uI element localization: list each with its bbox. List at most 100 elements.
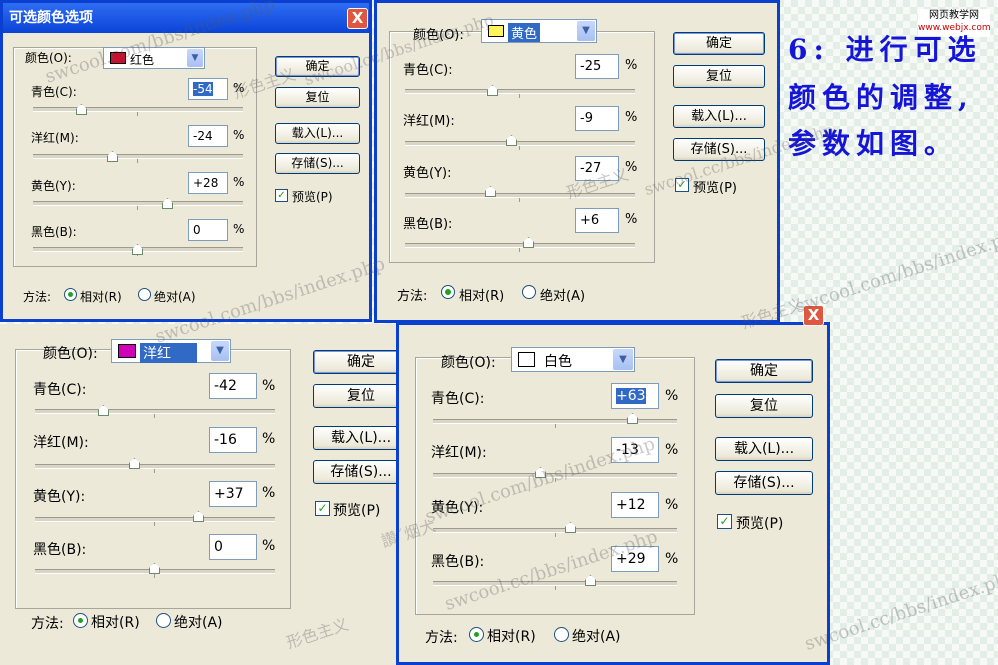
black-input[interactable]: 0: [188, 219, 228, 241]
color-swatch: [110, 52, 126, 64]
percent-label: %: [625, 212, 638, 227]
instruction-line-3: 参数如图。: [788, 127, 959, 160]
cyan-label: 青色(C):: [431, 391, 485, 407]
absolute-radio[interactable]: [156, 613, 171, 628]
absolute-label: 绝对(A): [572, 629, 621, 645]
yellow-input[interactable]: +12: [611, 492, 659, 518]
cyan-input[interactable]: -42: [209, 373, 257, 399]
yellow-input[interactable]: -27: [575, 156, 619, 181]
cyan-input[interactable]: -54: [188, 78, 228, 100]
relative-label: 相对(R): [80, 290, 122, 304]
color-label: 颜色(O):: [43, 346, 98, 362]
yellow-slider[interactable]: [33, 201, 243, 206]
cyan-input[interactable]: +63: [611, 383, 659, 409]
cyan-input[interactable]: -25: [575, 54, 619, 79]
cyan-value: -54: [193, 82, 213, 96]
reset-button[interactable]: 复位: [673, 65, 765, 88]
reset-button[interactable]: 复位: [715, 394, 813, 418]
radio-dot: [68, 292, 73, 297]
chevron-down-icon[interactable]: ▼: [211, 341, 229, 361]
method-label: 方法:: [31, 616, 64, 632]
percent-label: %: [233, 175, 245, 189]
ok-button[interactable]: 确定: [715, 359, 813, 383]
magenta-input[interactable]: -13: [611, 437, 659, 463]
save-button[interactable]: 存储(S)...: [313, 460, 409, 484]
save-button[interactable]: 存储(S)...: [673, 138, 765, 161]
magenta-input[interactable]: -24: [188, 125, 228, 147]
preview-checkbox[interactable]: ✓: [315, 501, 330, 516]
load-button[interactable]: 载入(L)...: [313, 426, 409, 450]
ok-button[interactable]: 确定: [313, 350, 409, 374]
slider-tick: [154, 414, 155, 418]
black-input[interactable]: +29: [611, 546, 659, 572]
magenta-input[interactable]: -16: [209, 427, 257, 453]
chevron-down-icon[interactable]: ▼: [187, 49, 203, 67]
absolute-radio[interactable]: [138, 288, 151, 301]
load-button[interactable]: 载入(L)...: [275, 123, 360, 144]
yellow-slider[interactable]: [35, 517, 275, 522]
chevron-down-icon[interactable]: ▼: [613, 349, 633, 370]
save-button[interactable]: 存储(S)...: [275, 153, 360, 174]
yellow-input[interactable]: +37: [209, 481, 257, 507]
slider-tick: [137, 112, 138, 116]
close-icon[interactable]: X: [803, 305, 824, 326]
close-icon[interactable]: X: [347, 8, 368, 29]
load-button[interactable]: 载入(L)...: [715, 437, 813, 461]
magenta-slider[interactable]: [35, 464, 275, 469]
yellow-label: 黄色(Y):: [31, 179, 76, 193]
slider-tick: [154, 522, 155, 526]
yellow-input[interactable]: +28: [188, 172, 228, 194]
save-button[interactable]: 存储(S)...: [715, 471, 813, 495]
color-select[interactable]: 黄色 ▼: [481, 19, 597, 43]
cyan-slider[interactable]: [405, 89, 635, 94]
yellow-label: 黄色(Y):: [431, 500, 484, 516]
relative-radio[interactable]: [441, 285, 455, 299]
cyan-slider[interactable]: [33, 107, 243, 112]
preview-checkbox[interactable]: ✓: [275, 189, 288, 202]
percent-label: %: [665, 497, 679, 513]
cyan-label: 青色(C):: [33, 382, 87, 398]
relative-radio[interactable]: [73, 613, 88, 628]
color-select[interactable]: 白色 ▼: [511, 347, 635, 372]
absolute-radio[interactable]: [554, 627, 569, 642]
slider-tick: [154, 574, 155, 578]
percent-label: %: [233, 128, 245, 142]
color-swatch: [518, 352, 535, 367]
cyan-label: 青色(C):: [403, 63, 453, 78]
magenta-label: 洋红(M):: [31, 131, 79, 145]
color-select[interactable]: 洋红 ▼: [111, 339, 231, 363]
black-label: 黑色(B):: [33, 542, 87, 558]
method-label: 方法:: [23, 290, 52, 304]
color-select-value: 黄色: [508, 23, 541, 42]
magenta-input[interactable]: -9: [575, 106, 619, 131]
black-input[interactable]: 0: [209, 534, 257, 560]
percent-label: %: [665, 442, 679, 458]
percent-label: %: [625, 160, 638, 175]
black-input[interactable]: +6: [575, 208, 619, 233]
percent-label: %: [625, 58, 638, 73]
percent-label: %: [233, 81, 245, 95]
reset-button[interactable]: 复位: [275, 87, 360, 108]
chevron-down-icon[interactable]: ▼: [577, 21, 595, 41]
absolute-label: 绝对(A): [174, 615, 223, 631]
dialog-magenta: 颜色(O): 洋红 ▼ 青色(C): -42 % 洋红(M): -16 % 黄色…: [0, 324, 409, 665]
black-slider[interactable]: [405, 243, 635, 248]
reset-button[interactable]: 复位: [313, 384, 409, 408]
ok-button[interactable]: 确定: [673, 32, 765, 55]
preview-checkbox[interactable]: ✓: [717, 514, 732, 529]
load-button[interactable]: 载入(L)...: [673, 105, 765, 128]
magenta-slider[interactable]: [33, 154, 243, 159]
percent-label: %: [262, 538, 276, 554]
yellow-slider[interactable]: [405, 193, 635, 198]
preview-checkbox[interactable]: ✓: [675, 178, 689, 192]
cyan-slider[interactable]: [35, 409, 275, 414]
magenta-slider[interactable]: [405, 141, 635, 146]
cyan-value: +63: [616, 388, 646, 404]
relative-radio[interactable]: [64, 288, 77, 301]
ok-button[interactable]: 确定: [275, 56, 360, 77]
absolute-radio[interactable]: [522, 285, 536, 299]
color-select[interactable]: 红色 ▼: [103, 47, 205, 69]
relative-label: 相对(R): [487, 629, 536, 645]
relative-radio[interactable]: [469, 627, 484, 642]
percent-label: %: [262, 431, 276, 447]
